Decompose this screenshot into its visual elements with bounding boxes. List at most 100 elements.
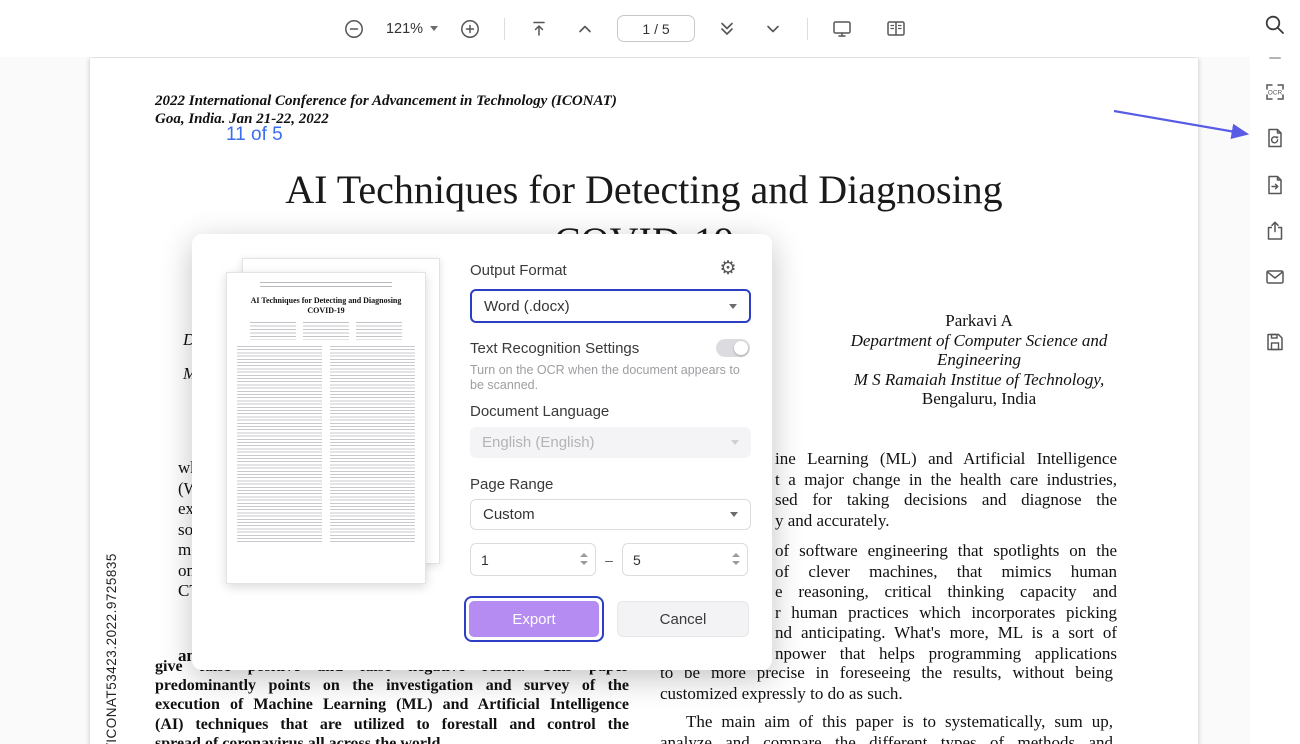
author-department: Department of Computer Science and <box>829 331 1129 351</box>
search-result-indicator: 11 of 5 <box>226 124 283 146</box>
right-column-paragraph-2: of software engineering that spotlights … <box>775 541 1117 664</box>
convert-document-button[interactable] <box>1263 173 1287 197</box>
next-page-button[interactable] <box>759 15 787 43</box>
conference-header: 2022 International Conference for Advanc… <box>155 92 617 128</box>
reading-mode-button[interactable] <box>882 15 910 43</box>
toggle-knob <box>734 341 748 355</box>
body-line: analyze and compare the different types … <box>660 733 1113 744</box>
chevron-down-icon <box>430 26 438 31</box>
settings-gear-icon[interactable]: ⚙ <box>716 256 740 280</box>
stepper-up-icon <box>580 553 588 557</box>
chevron-up-icon <box>573 17 597 41</box>
toolbar-divider <box>807 18 808 40</box>
output-format-value: Word (.docx) <box>484 298 570 315</box>
page-number-input[interactable]: 1 / 5 <box>617 15 695 42</box>
body-line: npower that helps programming applicatio… <box>775 644 1117 665</box>
save-button[interactable] <box>1263 330 1287 354</box>
body-line: nd anticipating. What's more, ML is a so… <box>775 623 1117 644</box>
body-line: sed for taking decisions and diagnose th… <box>775 490 1117 511</box>
abstract-line: spread of coronavirus all across the wor… <box>155 735 629 744</box>
cancel-button[interactable]: Cancel <box>617 601 749 637</box>
ocr-settings-label: Text Recognition Settings <box>470 340 639 357</box>
body-line: y and accurately. <box>775 511 1117 532</box>
author-department2: Engineering <box>829 350 1129 370</box>
body-line: e reasoning, critical thinking capacity … <box>775 582 1117 603</box>
jump-to-bottom-button[interactable] <box>713 15 741 43</box>
page-from-input[interactable]: 1 <box>470 543 596 576</box>
preview-body-columns <box>237 346 415 542</box>
abstract-line: execution of Machine Learning (ML) and A… <box>155 696 629 715</box>
email-button[interactable] <box>1263 265 1287 289</box>
page-range-value: Custom <box>483 506 535 523</box>
page-to-input[interactable]: 5 <box>622 543 748 576</box>
zoom-out-icon <box>342 17 366 41</box>
share-icon <box>1263 219 1287 243</box>
presentation-mode-button[interactable] <box>828 15 856 43</box>
top-toolbar: 121% 1 / 5 <box>0 0 1250 57</box>
body-line: ine Learning (ML) and Artificial Intelli… <box>775 449 1117 470</box>
body-line: t a major change in the health care indu… <box>775 470 1117 491</box>
abstract-text: give false positive and false negative r… <box>155 658 629 744</box>
page-from-stepper[interactable] <box>580 553 588 565</box>
range-separator: – <box>596 543 622 576</box>
presentation-icon <box>830 17 854 41</box>
chevron-down-icon <box>729 304 737 309</box>
output-format-label: Output Format <box>470 262 567 279</box>
body-line: r human practices which incorporates pic… <box>775 603 1117 624</box>
output-format-select[interactable]: Word (.docx) <box>470 289 751 323</box>
conference-line2: Goa, India. Jan 21-22, 2022 <box>155 110 617 128</box>
author-name: Parkavi A <box>829 311 1129 331</box>
abstract-line: (AI) techniques that are utilized to for… <box>155 716 629 735</box>
scroll-to-top-icon <box>527 17 551 41</box>
ocr-toggle[interactable] <box>716 339 750 357</box>
ocr-description: Turn on the OCR when the document appear… <box>470 363 742 393</box>
email-icon <box>1263 265 1287 289</box>
search-icon <box>1263 13 1287 37</box>
preview-header-lines <box>260 282 391 290</box>
toolbar-divider <box>504 18 505 40</box>
document-preview: AI Techniques for Detecting and Diagnosi… <box>226 258 440 594</box>
document-arrow-icon <box>1263 173 1287 197</box>
export-file-button[interactable] <box>1263 126 1287 150</box>
body-line: of clever machines, that mimics human <box>775 562 1117 583</box>
preview-page-front: AI Techniques for Detecting and Diagnosi… <box>226 272 426 584</box>
zoom-level-value: 121% <box>386 21 423 37</box>
author-block: Parkavi A Department of Computer Science… <box>829 311 1129 409</box>
page-range-label: Page Range <box>470 476 553 493</box>
stepper-down-icon <box>732 561 740 565</box>
page-to-value: 5 <box>633 552 641 568</box>
author-city: Bengaluru, India <box>829 389 1129 409</box>
chevron-down-icon <box>731 440 739 445</box>
search-button[interactable] <box>1263 13 1287 37</box>
double-chevron-down-icon <box>715 17 739 41</box>
zoom-out-button[interactable] <box>340 15 368 43</box>
stepper-up-icon <box>732 553 740 557</box>
body-line: The main aim of this paper is to systema… <box>660 712 1113 733</box>
reading-view-icon <box>884 17 908 41</box>
page-range-select[interactable]: Custom <box>470 499 751 530</box>
export-button-highlight: Export <box>464 596 604 642</box>
scroll-to-top-button[interactable] <box>525 15 553 43</box>
previous-page-button[interactable] <box>571 15 599 43</box>
document-language-value: English (English) <box>482 434 595 451</box>
author-institute: M S Ramaiah Institue of Technology, <box>829 370 1129 390</box>
zoom-in-button[interactable] <box>456 15 484 43</box>
document-language-select[interactable]: English (English) <box>470 427 751 458</box>
share-button[interactable] <box>1263 219 1287 243</box>
zoom-level-dropdown[interactable]: 121% <box>386 15 438 43</box>
export-document-icon <box>1263 126 1287 150</box>
chevron-down-icon <box>730 512 738 517</box>
ocr-button[interactable]: OCR <box>1263 80 1287 104</box>
document-language-label: Document Language <box>470 403 609 420</box>
sidebar-divider-dash <box>1269 57 1281 59</box>
preview-author-columns <box>241 322 411 340</box>
ocr-icon-label: OCR <box>1268 90 1283 97</box>
body-line: of software engineering that spotlights … <box>775 541 1117 562</box>
ocr-icon: OCR <box>1263 80 1287 104</box>
zoom-in-icon <box>458 17 482 41</box>
preview-title: AI Techniques for Detecting and Diagnosi… <box>241 296 411 317</box>
paper-title-line1: AI Techniques for Detecting and Diagnosi… <box>90 166 1198 213</box>
page-to-stepper[interactable] <box>732 553 740 565</box>
export-button[interactable]: Export <box>469 601 599 637</box>
right-column-paragraph-3: The main aim of this paper is to systema… <box>660 712 1113 744</box>
